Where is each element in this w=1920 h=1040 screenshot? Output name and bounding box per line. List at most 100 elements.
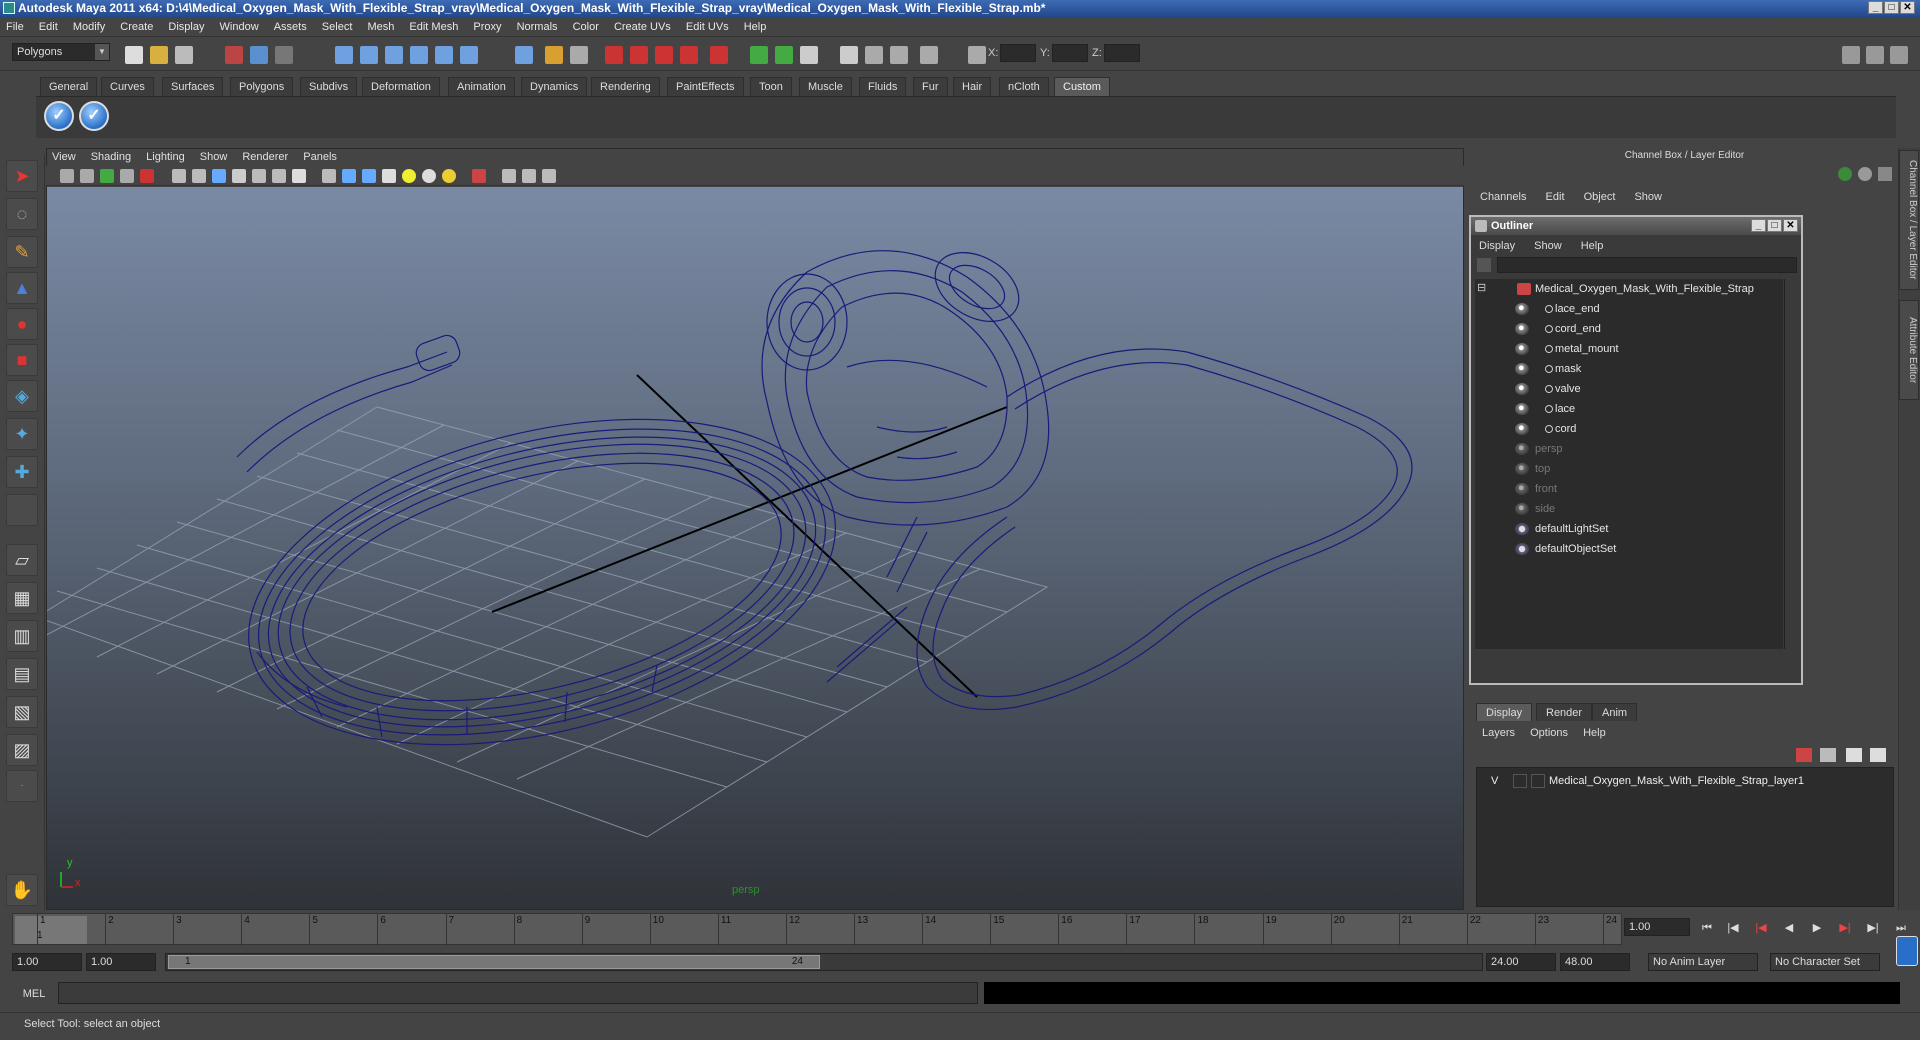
layer-tab-anim[interactable]: Anim bbox=[1592, 703, 1638, 721]
shelf-tab-custom[interactable]: Custom bbox=[1054, 77, 1110, 96]
outliner-menu-show[interactable]: Show bbox=[1526, 237, 1570, 255]
channel-menu-object[interactable]: Object bbox=[1576, 188, 1624, 206]
layer-type-toggle[interactable] bbox=[1513, 774, 1527, 788]
menu-window[interactable]: Window bbox=[214, 17, 265, 37]
render-view-icon[interactable] bbox=[710, 46, 728, 64]
persp-outliner-layout-icon[interactable]: ▥ bbox=[6, 620, 38, 652]
history-icon[interactable] bbox=[460, 46, 478, 64]
filter-icon[interactable] bbox=[1477, 258, 1491, 272]
outliner-item-mask[interactable]: mask bbox=[1475, 359, 1775, 379]
menu-display[interactable]: Display bbox=[162, 17, 210, 37]
menu-help[interactable]: Help bbox=[738, 17, 773, 37]
viewport-menu-panels[interactable]: Panels bbox=[297, 148, 343, 166]
viewport-menu-renderer[interactable]: Renderer bbox=[236, 148, 294, 166]
menu-set-selector[interactable]: Polygons ▼ bbox=[12, 43, 110, 61]
panel-layout-icon[interactable] bbox=[1842, 46, 1860, 64]
shelf-tab-painteffects[interactable]: PaintEffects bbox=[667, 77, 744, 96]
wireframe-shading-icon[interactable] bbox=[322, 169, 336, 183]
custom-layout-icon[interactable]: · bbox=[6, 770, 38, 802]
outliner-item-cord-end[interactable]: cord_end bbox=[1475, 319, 1775, 339]
soft-mod-tool-icon[interactable]: ✦ bbox=[6, 418, 38, 450]
anim-layer-dropdown[interactable]: No Anim Layer bbox=[1648, 953, 1758, 971]
menu-edit-mesh[interactable]: Edit Mesh bbox=[403, 17, 464, 37]
shelf-tab-toon[interactable]: Toon bbox=[750, 77, 792, 96]
scale-tool-icon[interactable]: ■ bbox=[6, 344, 38, 376]
relative-transform-icon[interactable] bbox=[968, 46, 986, 64]
layer-menu-layers[interactable]: Layers bbox=[1476, 724, 1521, 742]
show-manipulator-icon[interactable]: ✚ bbox=[6, 456, 38, 488]
safe-title-icon[interactable] bbox=[292, 169, 306, 183]
snap-view-plane-icon[interactable] bbox=[410, 46, 428, 64]
hypershade-layout-icon[interactable]: ▧ bbox=[6, 696, 38, 728]
side-tab-attribute-editor[interactable]: Attribute Editor bbox=[1899, 300, 1919, 400]
last-tool-icon[interactable] bbox=[6, 494, 38, 526]
ipr-render-icon[interactable] bbox=[630, 46, 648, 64]
menu-edit[interactable]: Edit bbox=[33, 17, 64, 37]
current-frame-field[interactable]: 1.00 bbox=[1624, 918, 1690, 936]
shelf-tab-surfaces[interactable]: Surfaces bbox=[162, 77, 224, 96]
four-view-layout-icon[interactable]: ▦ bbox=[6, 582, 38, 614]
layer-move-down-icon[interactable] bbox=[1820, 748, 1836, 762]
outliner-item-lace[interactable]: lace bbox=[1475, 399, 1775, 419]
persp-graph-layout-icon[interactable]: ▤ bbox=[6, 658, 38, 690]
character-set-dropdown[interactable]: No Character Set bbox=[1770, 953, 1880, 971]
viewport-menu-show[interactable]: Show bbox=[194, 148, 234, 166]
playback-start-field[interactable]: 1.00 bbox=[86, 953, 156, 971]
outliner-close-button[interactable]: ✕ bbox=[1783, 219, 1798, 232]
attribute-icon[interactable] bbox=[840, 46, 858, 64]
outliner-item-lace-end[interactable]: lace_end bbox=[1475, 299, 1775, 319]
shelf-check-button-2[interactable]: ✓ bbox=[79, 101, 109, 131]
channel-icon[interactable] bbox=[890, 46, 908, 64]
new-layer-selected-icon[interactable] bbox=[1870, 748, 1886, 762]
snap-grid-icon[interactable] bbox=[335, 46, 353, 64]
perspective-viewport[interactable]: y x bbox=[47, 187, 1463, 909]
xray-icon[interactable] bbox=[502, 169, 516, 183]
hq-rendering-icon[interactable] bbox=[542, 169, 556, 183]
grid-toggle-icon[interactable] bbox=[172, 169, 186, 183]
isolate-select-icon[interactable] bbox=[472, 169, 486, 183]
layer-color-icon[interactable] bbox=[1838, 167, 1852, 181]
channel-menu-channels[interactable]: Channels bbox=[1472, 188, 1534, 206]
new-scene-icon[interactable] bbox=[125, 46, 143, 64]
open-scene-icon[interactable] bbox=[150, 46, 168, 64]
menu-modify[interactable]: Modify bbox=[67, 17, 111, 37]
shelf-tab-hair[interactable]: Hair bbox=[953, 77, 992, 96]
outliner-item-front[interactable]: front bbox=[1475, 479, 1775, 499]
minimize-button[interactable]: _ bbox=[1868, 1, 1883, 14]
film-gate-icon[interactable] bbox=[192, 169, 206, 183]
wireframe-on-shaded-icon[interactable] bbox=[362, 169, 376, 183]
shadows-icon[interactable] bbox=[422, 169, 436, 183]
single-perspective-layout-icon[interactable]: ▱ bbox=[6, 544, 38, 576]
new-layer-icon[interactable] bbox=[1846, 748, 1862, 762]
shelf-tab-fluids[interactable]: Fluids bbox=[859, 77, 907, 96]
step-forward-frame-icon[interactable]: ▶| bbox=[1864, 920, 1882, 936]
channel-menu-edit[interactable]: Edit bbox=[1538, 188, 1573, 206]
use-all-lights-icon[interactable] bbox=[402, 169, 416, 183]
viewport-menu-shading[interactable]: Shading bbox=[85, 148, 137, 166]
playback-end-field[interactable]: 24.00 bbox=[1486, 953, 1556, 971]
select-object-icon[interactable] bbox=[250, 46, 268, 64]
outliner-filter-input[interactable] bbox=[1497, 257, 1797, 273]
snap-point-icon[interactable] bbox=[385, 46, 403, 64]
script-language-label[interactable]: MEL bbox=[12, 984, 56, 1004]
select-tool-icon[interactable]: ➤ bbox=[6, 160, 38, 192]
pen-edit-icon[interactable] bbox=[1878, 167, 1892, 181]
textured-icon[interactable] bbox=[382, 169, 396, 183]
menu-proxy[interactable]: Proxy bbox=[467, 17, 507, 37]
outliner-item-root[interactable]: Medical_Oxygen_Mask_With_Flexible_Strap bbox=[1475, 279, 1775, 299]
layer-row[interactable]: V Medical_Oxygen_Mask_With_Flexible_Stra… bbox=[1479, 772, 1891, 790]
range-slider[interactable]: 1 24 bbox=[165, 953, 1483, 971]
outliner-item-default-light-set[interactable]: defaultLightSet bbox=[1475, 519, 1775, 539]
shelf-tab-general[interactable]: General bbox=[40, 77, 98, 96]
layer-tab-display[interactable]: Display bbox=[1476, 703, 1533, 721]
channel-box-toggle-icon[interactable] bbox=[1890, 46, 1908, 64]
outliner-vertical-scrollbar[interactable] bbox=[1784, 279, 1798, 649]
menu-mesh[interactable]: Mesh bbox=[361, 17, 400, 37]
shelf-tab-rendering[interactable]: Rendering bbox=[591, 77, 660, 96]
play-forwards-icon[interactable]: ▶ bbox=[1808, 920, 1826, 936]
render-current-frame-icon[interactable] bbox=[605, 46, 623, 64]
paint-select-tool-icon[interactable]: ✎ bbox=[6, 236, 38, 268]
help-line-icon[interactable] bbox=[1896, 936, 1918, 966]
y-field[interactable] bbox=[1052, 44, 1088, 62]
step-back-frame-icon[interactable]: |◀ bbox=[1724, 920, 1742, 936]
